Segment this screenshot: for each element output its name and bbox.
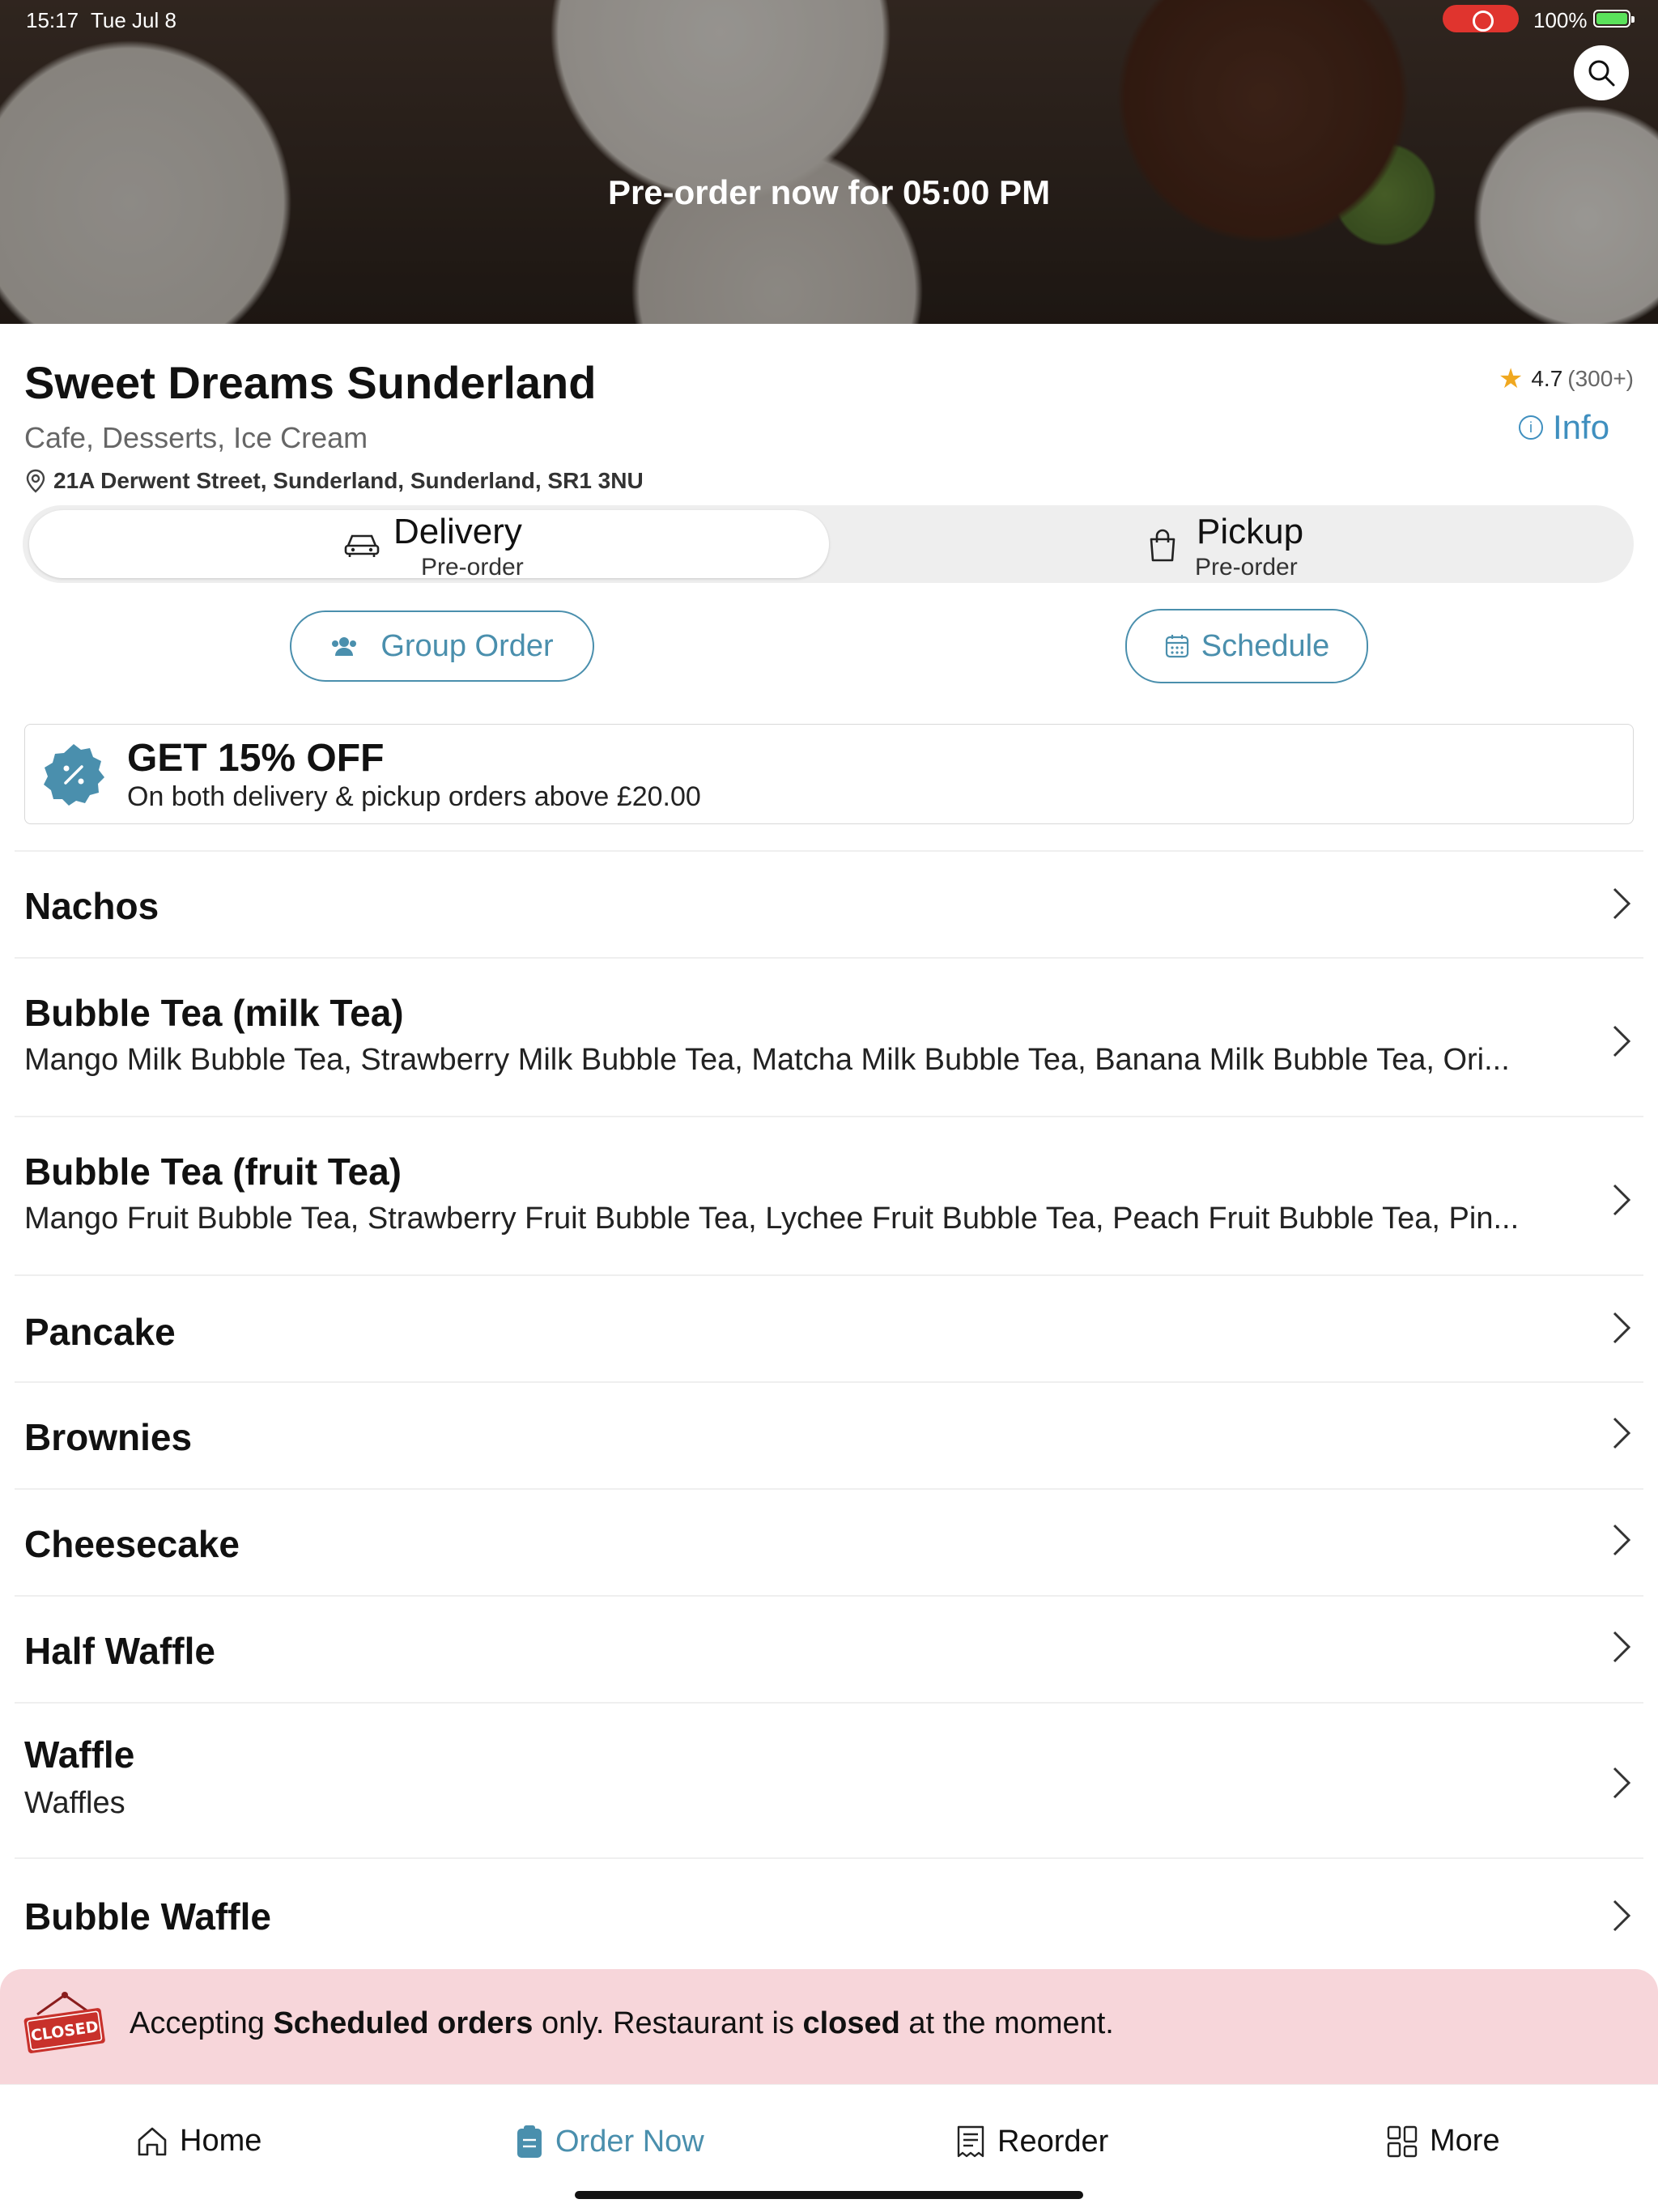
category-title: Bubble Tea (milk Tea) bbox=[24, 992, 404, 1034]
chevron-right-icon bbox=[1613, 1524, 1631, 1556]
address-text: 21A Derwent Street, Sunderland, Sunderla… bbox=[53, 468, 644, 493]
tab-more[interactable]: More bbox=[1386, 2124, 1500, 2159]
tab-more-label: More bbox=[1430, 2124, 1500, 2158]
star-icon: ★ bbox=[1498, 364, 1524, 394]
chevron-right-icon bbox=[1613, 887, 1631, 920]
battery-icon bbox=[1593, 10, 1635, 28]
restaurant-page: 15:17 Tue Jul 8 100% Pre-order now for 0… bbox=[0, 0, 1658, 2212]
shopping-bag-icon bbox=[1150, 529, 1175, 562]
restaurant-name: Sweet Dreams Sunderland bbox=[24, 357, 597, 408]
chevron-right-icon bbox=[1613, 1312, 1631, 1344]
tab-home-label: Home bbox=[180, 2124, 262, 2158]
menu-category-half-waffle[interactable]: Half Waffle bbox=[0, 1597, 1658, 1702]
promo-card[interactable]: GET 15% OFF On both delivery & pickup or… bbox=[24, 724, 1634, 824]
status-bar: 15:17 Tue Jul 8 100% bbox=[0, 0, 1658, 39]
delivery-label: Delivery bbox=[393, 512, 522, 551]
chevron-right-icon bbox=[1613, 1631, 1631, 1663]
screen-recording-icon bbox=[1443, 5, 1519, 32]
car-icon bbox=[344, 534, 380, 557]
search-button[interactable] bbox=[1574, 45, 1629, 100]
search-icon bbox=[1588, 60, 1615, 87]
restaurant-categories: Cafe, Desserts, Ice Cream bbox=[24, 421, 368, 454]
tab-reorder[interactable]: Reorder bbox=[955, 2124, 1108, 2159]
preorder-banner-text: Pre-order now for 05:00 PM bbox=[607, 173, 1051, 211]
menu-category-brownies[interactable]: Brownies bbox=[0, 1383, 1658, 1488]
chevron-right-icon bbox=[1613, 1417, 1631, 1449]
group-order-button[interactable]: Group Order bbox=[290, 610, 594, 682]
menu-category-cheesecake[interactable]: Cheesecake bbox=[0, 1490, 1658, 1595]
hero-banner-image bbox=[0, 0, 1658, 324]
closed-notice-banner: CLOSED Accepting Scheduled orders only. … bbox=[0, 1969, 1658, 2084]
tab-order-now[interactable]: Order Now bbox=[515, 2124, 704, 2159]
category-title: Half Waffle bbox=[24, 1630, 215, 1672]
order-mode-toggle: Delivery Pre-order Pickup Pre-order bbox=[23, 505, 1634, 583]
delivery-sublabel: Pre-order bbox=[421, 554, 524, 581]
home-indicator[interactable] bbox=[575, 2191, 1083, 2199]
category-description: Mango Milk Bubble Tea, Strawberry Milk B… bbox=[24, 1043, 1510, 1077]
status-date: Tue Jul 8 bbox=[91, 8, 176, 32]
menu-category-bubble-waffle[interactable]: Bubble Waffle bbox=[0, 1859, 1658, 1969]
category-title: Pancake bbox=[24, 1311, 176, 1353]
menu-category-nachos[interactable]: Nachos bbox=[0, 852, 1658, 957]
category-title: Waffle bbox=[24, 1733, 135, 1776]
tab-reorder-label: Reorder bbox=[997, 2124, 1109, 2159]
info-label: Info bbox=[1553, 408, 1610, 446]
promo-title: GET 15% OFF bbox=[127, 737, 385, 780]
group-icon bbox=[332, 637, 357, 656]
chevron-right-icon bbox=[1613, 1767, 1631, 1799]
tab-home[interactable]: Home bbox=[136, 2124, 261, 2159]
pickup-sublabel: Pre-order bbox=[1195, 554, 1298, 581]
group-order-label: Group Order bbox=[380, 628, 554, 663]
location-pin-icon bbox=[26, 469, 45, 493]
menu-category-bubble-tea-fruit[interactable]: Bubble Tea (fruit Tea) Mango Fruit Bubbl… bbox=[0, 1117, 1658, 1274]
grid-more-icon bbox=[1387, 2125, 1418, 2157]
tab-order-now-label: Order Now bbox=[555, 2124, 704, 2159]
pickup-option[interactable]: Pickup Pre-order bbox=[827, 510, 1627, 581]
chevron-right-icon bbox=[1613, 1025, 1631, 1057]
calendar-icon bbox=[1165, 635, 1188, 658]
closed-sign-icon: CLOSED bbox=[23, 1992, 105, 2053]
order-clipboard-icon bbox=[517, 2125, 542, 2158]
info-icon: i bbox=[1519, 415, 1543, 440]
category-description: Mango Fruit Bubble Tea, Strawberry Fruit… bbox=[24, 1202, 1520, 1236]
pickup-label: Pickup bbox=[1197, 512, 1304, 551]
schedule-label: Schedule bbox=[1201, 628, 1330, 663]
rating-value: 4.7 bbox=[1531, 366, 1563, 391]
category-title: Cheesecake bbox=[24, 1523, 240, 1565]
chevron-right-icon bbox=[1613, 1184, 1631, 1216]
restaurant-rating: ★ 4.7 (300+) bbox=[1499, 363, 1634, 395]
schedule-button[interactable]: Schedule bbox=[1125, 609, 1368, 683]
receipt-icon bbox=[957, 2125, 984, 2158]
home-icon bbox=[138, 2127, 167, 2155]
restaurant-address: 21A Derwent Street, Sunderland, Sunderla… bbox=[24, 468, 644, 494]
chevron-right-icon bbox=[1613, 1899, 1631, 1932]
category-title: Bubble Waffle bbox=[24, 1895, 271, 1938]
delivery-option[interactable]: Delivery Pre-order bbox=[29, 510, 829, 581]
rating-count: (300+) bbox=[1567, 366, 1634, 391]
menu-category-bubble-tea-milk[interactable]: Bubble Tea (milk Tea) Mango Milk Bubble … bbox=[0, 959, 1658, 1116]
status-time: 15:17 bbox=[26, 8, 79, 32]
discount-badge-icon bbox=[44, 744, 104, 806]
category-title: Brownies bbox=[24, 1416, 193, 1458]
battery-percent: 100% bbox=[1533, 8, 1588, 32]
category-description: Waffles bbox=[24, 1786, 125, 1820]
menu-category-waffle[interactable]: Waffle Waffles bbox=[0, 1704, 1658, 1857]
info-link[interactable]: i Info bbox=[1519, 408, 1609, 447]
menu-category-pancake[interactable]: Pancake bbox=[0, 1276, 1658, 1381]
category-title: Bubble Tea (fruit Tea) bbox=[24, 1151, 402, 1193]
promo-subtitle: On both delivery & pickup orders above £… bbox=[127, 781, 701, 812]
closed-notice-text: Accepting Scheduled orders only. Restaur… bbox=[130, 2006, 1114, 2040]
category-title: Nachos bbox=[24, 885, 159, 927]
